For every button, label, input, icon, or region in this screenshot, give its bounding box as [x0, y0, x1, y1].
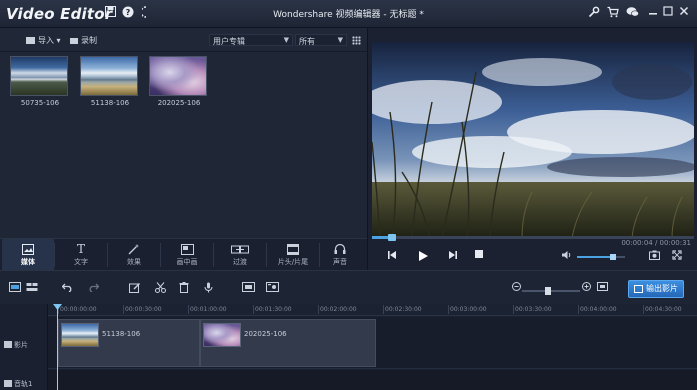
audio-track-label: 音轨1 [4, 379, 32, 389]
clip-thumbnail [10, 56, 68, 96]
clip-thumbnail [80, 56, 138, 96]
grid-view-icon[interactable] [352, 36, 361, 45]
pip-icon [181, 244, 194, 255]
media-clip[interactable]: 202025-106 [149, 56, 209, 107]
text-icon: T [76, 242, 85, 256]
volume-slider[interactable] [577, 254, 625, 260]
record-button[interactable]: 录制 [70, 35, 97, 46]
crop-icon[interactable] [241, 282, 255, 294]
prev-frame-button[interactable] [386, 250, 398, 262]
ruler-tick-label: 00:01:00:00 [188, 305, 227, 314]
settings-icon[interactable] [265, 282, 279, 294]
ruler-tick-label: 00:02:30:00 [383, 305, 422, 314]
time-display: 00:00:04 / 00:00:31 [621, 239, 691, 247]
tab-intro-outro[interactable]: 片头/片尾 [267, 239, 319, 271]
delete-icon[interactable] [177, 282, 191, 294]
video-track-label: 影片 [4, 340, 28, 350]
audio-track[interactable] [48, 370, 697, 390]
export-icon [634, 285, 643, 293]
fullscreen-icon[interactable] [671, 250, 683, 262]
tab-transition[interactable]: 过渡 [214, 239, 266, 271]
maximize-button[interactable] [661, 6, 675, 20]
zoom-out-icon[interactable] [509, 282, 523, 294]
playhead[interactable] [57, 306, 58, 390]
cart-icon[interactable] [606, 6, 620, 20]
tab-media[interactable]: 媒体 [2, 239, 54, 271]
play-button[interactable] [417, 250, 429, 262]
timeline-clip[interactable]: 51138-106 [58, 319, 200, 367]
category-tabs: 媒体 T 文字 效果 画中画 过渡 片头/片尾 声音 [0, 238, 367, 271]
album-select[interactable]: 用户专辑 ▼ [209, 34, 293, 46]
preview-frame-image [372, 42, 694, 238]
tab-sound[interactable]: 声音 [314, 239, 366, 271]
storyboard-view-icon[interactable] [8, 282, 22, 294]
zoom-slider[interactable] [522, 287, 580, 295]
snapshot-icon[interactable] [648, 250, 660, 262]
tab-effects[interactable]: 效果 [108, 239, 160, 271]
media-toolbar: 导入 ▾ 录制 用户专辑 ▼ 所有 ▼ [0, 28, 367, 52]
ruler-tick-label: 00:00:00:00 [58, 305, 97, 314]
sound-icon [334, 243, 346, 255]
zoom-handle[interactable] [545, 287, 552, 295]
video-preview[interactable] [372, 42, 694, 238]
film-icon [4, 341, 12, 348]
music-icon [4, 380, 12, 387]
media-clip[interactable]: 50735-106 [10, 56, 70, 107]
clip-thumbnail [149, 56, 207, 96]
key-icon[interactable] [587, 6, 601, 20]
media-clip[interactable]: 51138-106 [80, 56, 140, 107]
media-library-panel: 导入 ▾ 录制 用户专辑 ▼ 所有 ▼ 50735-106 51138-106 … [0, 28, 367, 238]
zoom-in-icon[interactable] [579, 282, 593, 294]
edit-icon[interactable] [128, 282, 142, 294]
ruler-tick-label: 00:04:00:00 [578, 305, 617, 314]
import-button[interactable]: 导入 ▾ [26, 35, 61, 46]
undo-icon[interactable] [60, 282, 74, 294]
transition-icon [231, 244, 249, 255]
ruler-tick-label: 00:03:00:00 [448, 305, 487, 314]
chevron-down-icon: ▼ [283, 36, 289, 44]
track-header-column: 影片 音轨1 [0, 304, 48, 390]
split-icon[interactable] [153, 282, 167, 294]
volume-icon[interactable] [561, 250, 573, 262]
minimize-button[interactable] [646, 6, 660, 20]
video-track[interactable]: 51138-106 202025-106 [48, 317, 697, 369]
tab-text[interactable]: T 文字 [55, 239, 107, 271]
seek-handle[interactable] [388, 234, 397, 241]
next-frame-button[interactable] [447, 250, 459, 262]
ruler-tick-label: 00:00:30:00 [123, 305, 162, 314]
clip-thumbnail [203, 323, 241, 347]
timeline-toolbar: 输出影片 [0, 270, 697, 304]
voiceover-icon[interactable] [201, 282, 215, 294]
ruler-tick-label: 00:04:30:00 [643, 305, 682, 314]
redo-icon[interactable] [86, 282, 100, 294]
fit-timeline-icon[interactable] [595, 282, 609, 294]
export-button[interactable]: 输出影片 [628, 280, 684, 298]
import-icon [26, 37, 35, 44]
chat-icon[interactable] [625, 6, 639, 20]
timeline-view-icon[interactable] [25, 282, 39, 294]
clip-thumbnail [61, 323, 99, 347]
preview-panel: 00:00:04 / 00:00:31 [367, 28, 697, 270]
ruler-tick-label: 00:03:30:00 [513, 305, 552, 314]
timeline-ruler[interactable]: 00:00:00:00 00:00:30:00 00:01:00:00 00:01:3… [48, 304, 697, 316]
volume-level [577, 256, 613, 258]
tab-pip[interactable]: 画中画 [161, 239, 213, 271]
stop-button[interactable] [473, 250, 485, 262]
filter-select[interactable]: 所有 ▼ [295, 34, 347, 46]
intro-outro-icon [287, 244, 299, 255]
effects-icon [128, 244, 140, 255]
camera-icon [70, 38, 78, 44]
title-bar: Video Editor ? Wondershare 视频编辑器 - 无标题 * [0, 0, 697, 28]
chevron-down-icon: ▼ [337, 36, 343, 44]
close-button[interactable] [677, 6, 691, 20]
media-icon [22, 244, 34, 255]
ruler-tick-label: 00:02:00:00 [318, 305, 357, 314]
ruler-tick-label: 00:01:30:00 [253, 305, 292, 314]
timeline-clip[interactable]: 202025-106 [200, 319, 376, 367]
volume-handle[interactable] [610, 254, 616, 260]
